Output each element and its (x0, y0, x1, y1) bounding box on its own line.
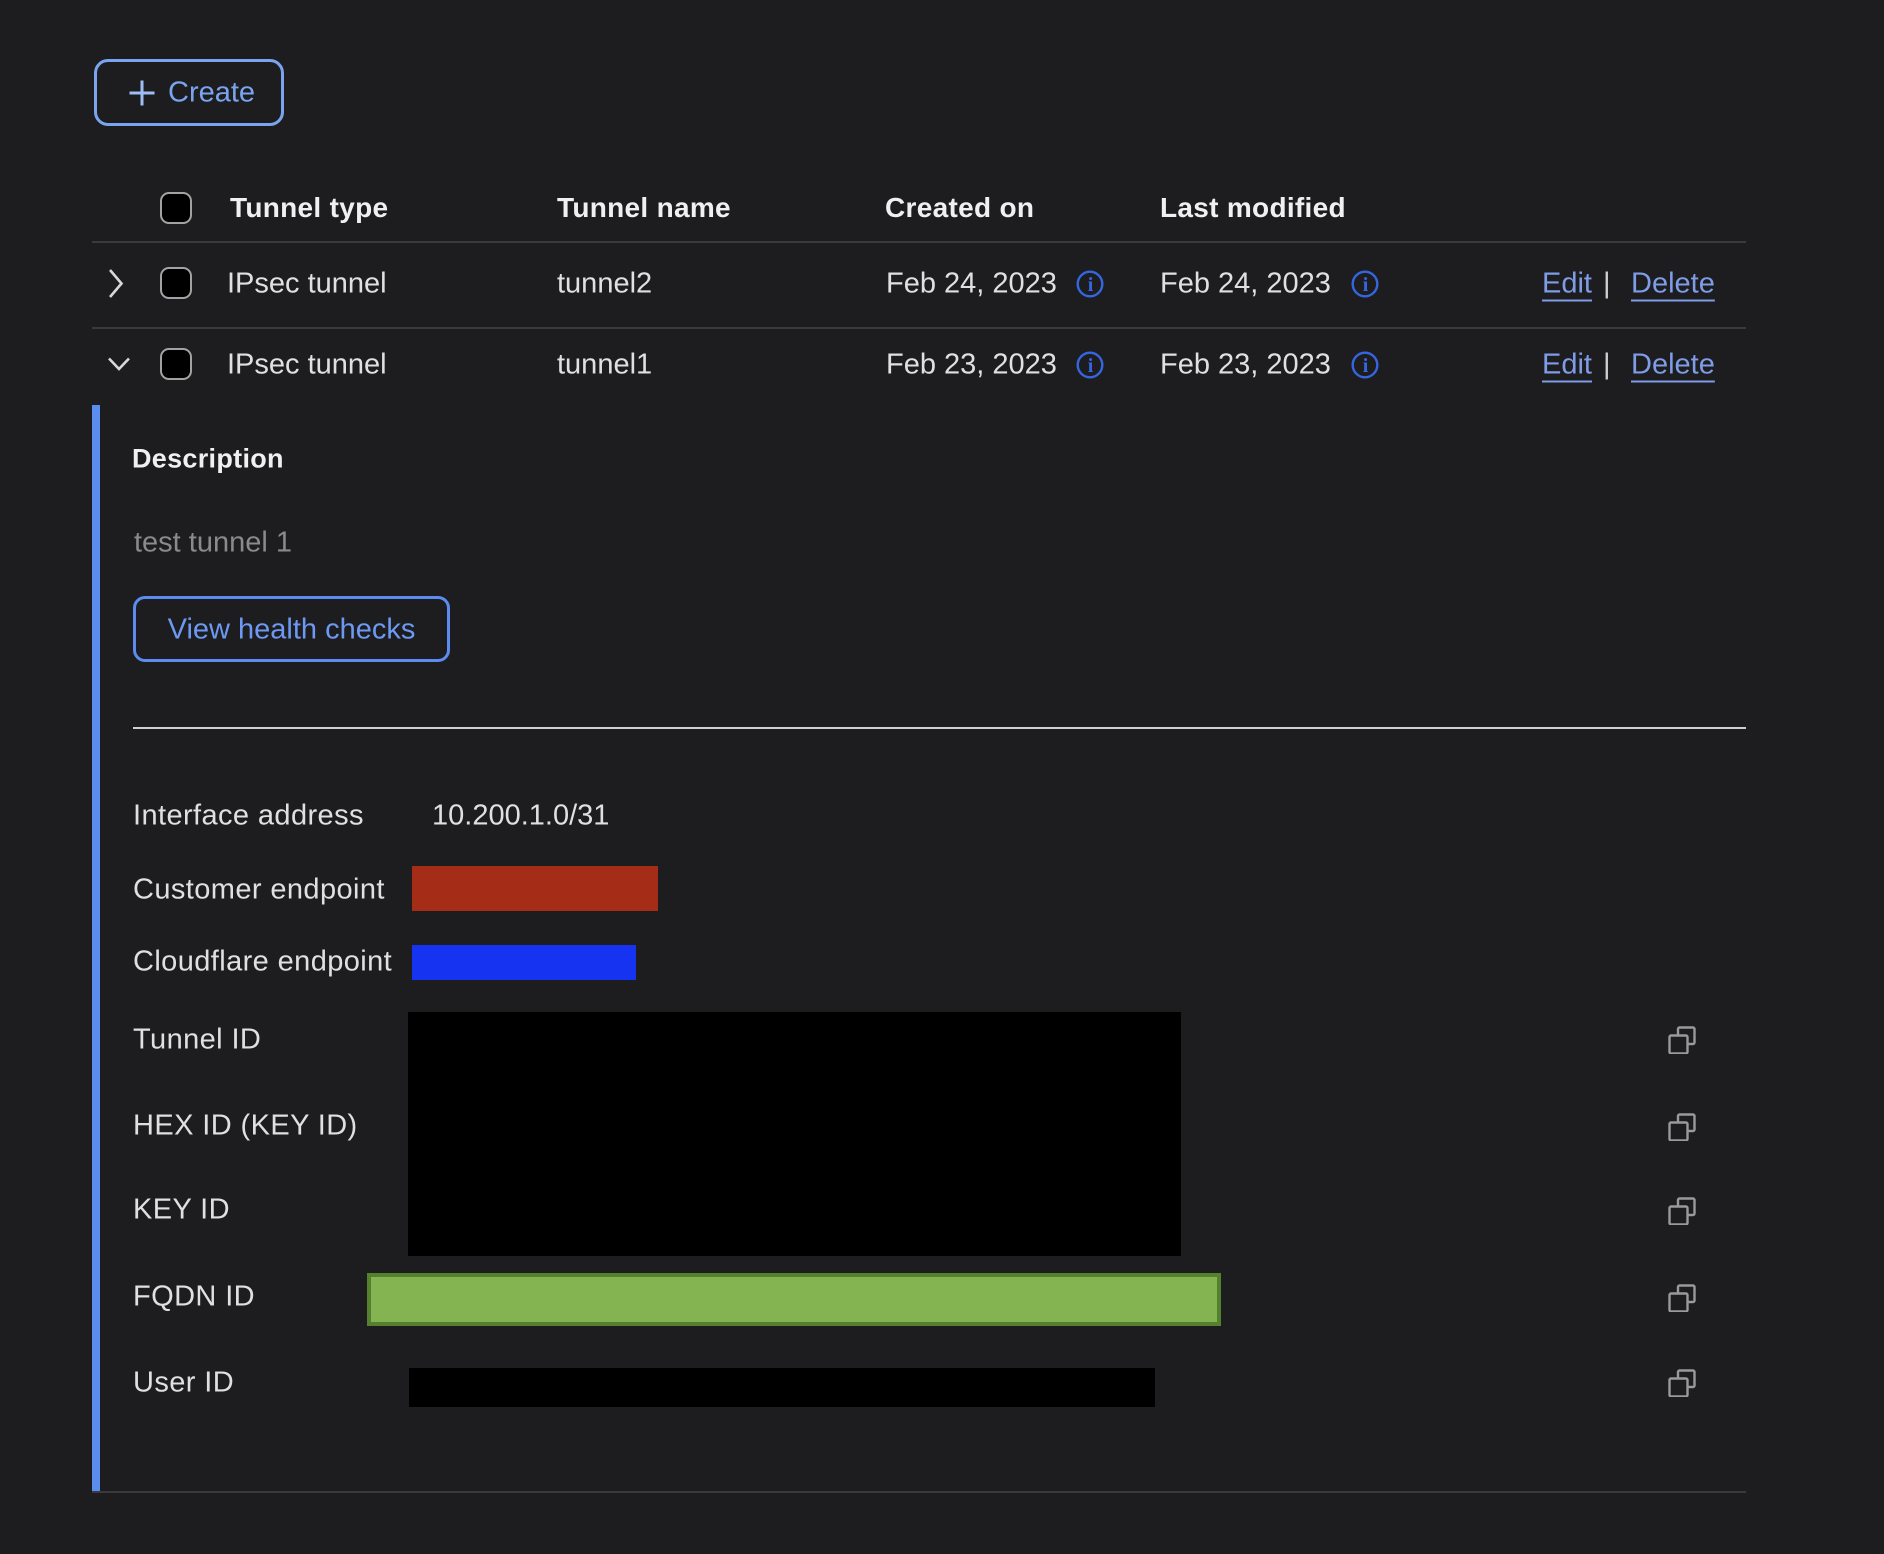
svg-text:i: i (1088, 355, 1094, 377)
svg-text:i: i (1363, 274, 1369, 296)
svg-text:i: i (1363, 355, 1369, 377)
svg-text:i: i (1088, 274, 1094, 296)
